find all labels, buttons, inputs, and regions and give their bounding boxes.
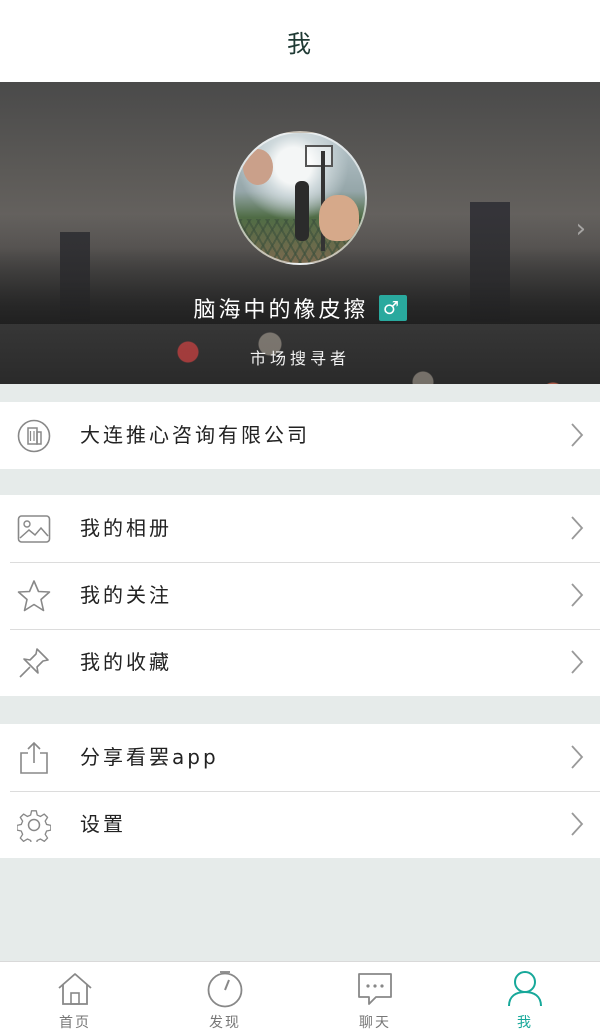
album-label: 我的相册 xyxy=(80,516,172,540)
share-icon xyxy=(16,740,52,776)
star-icon xyxy=(16,578,52,614)
tab-home[interactable]: 首页 xyxy=(0,962,150,1034)
username: 脑海中的橡皮擦 xyxy=(193,298,369,323)
chat-icon xyxy=(356,970,394,1008)
building-icon xyxy=(16,418,52,454)
company-name: 大连推心咨询有限公司 xyxy=(80,423,310,447)
chevron-right-icon xyxy=(571,516,584,540)
page-title: 我 xyxy=(287,29,313,58)
chevron-right-icon xyxy=(571,423,584,447)
male-gender-icon: ♂ xyxy=(378,295,407,321)
image-icon xyxy=(16,511,52,547)
home-icon xyxy=(56,970,94,1008)
share-label: 分享看罢app xyxy=(80,745,219,769)
chevron-right-icon xyxy=(571,745,584,769)
profile-banner[interactable]: › 脑海中的橡皮擦 ♂ 市场搜寻者 xyxy=(0,82,600,384)
chevron-right-icon: › xyxy=(575,214,586,244)
favorites-label: 我的收藏 xyxy=(80,650,172,674)
tab-discover[interactable]: 发现 xyxy=(150,962,300,1034)
share-row[interactable]: 分享看罢app xyxy=(0,724,600,791)
bottom-tab-bar: 首页 发现 聊天 我 xyxy=(0,961,600,1034)
company-row[interactable]: 大连推心咨询有限公司 xyxy=(0,402,600,469)
tab-me-label: 我 xyxy=(517,1015,533,1031)
tab-discover-label: 发现 xyxy=(209,1015,241,1031)
following-label: 我的关注 xyxy=(80,583,172,607)
profile-name-row: 脑海中的橡皮擦 ♂ xyxy=(0,292,600,324)
chevron-right-icon xyxy=(571,812,584,836)
tab-chat[interactable]: 聊天 xyxy=(300,962,450,1034)
pin-icon xyxy=(16,645,52,681)
avatar[interactable] xyxy=(233,131,367,265)
tab-chat-label: 聊天 xyxy=(359,1015,391,1031)
settings-row[interactable]: 设置 xyxy=(0,791,600,858)
user-icon xyxy=(506,970,544,1008)
tab-me[interactable]: 我 xyxy=(450,962,600,1034)
gear-icon xyxy=(16,807,52,843)
chevron-right-icon xyxy=(571,650,584,674)
settings-label: 设置 xyxy=(80,812,126,836)
app-group: 分享看罢app 设置 xyxy=(0,724,600,858)
following-row[interactable]: 我的关注 xyxy=(0,562,600,629)
discover-icon xyxy=(206,970,244,1008)
company-group: 大连推心咨询有限公司 xyxy=(0,402,600,469)
album-row[interactable]: 我的相册 xyxy=(0,495,600,562)
user-role: 市场搜寻者 xyxy=(249,349,350,368)
favorites-row[interactable]: 我的收藏 xyxy=(0,629,600,696)
tab-home-label: 首页 xyxy=(59,1015,91,1031)
top-bar: 我 xyxy=(0,0,600,82)
chevron-right-icon xyxy=(571,583,584,607)
personal-group: 我的相册 我的关注 我的收藏 xyxy=(0,495,600,696)
